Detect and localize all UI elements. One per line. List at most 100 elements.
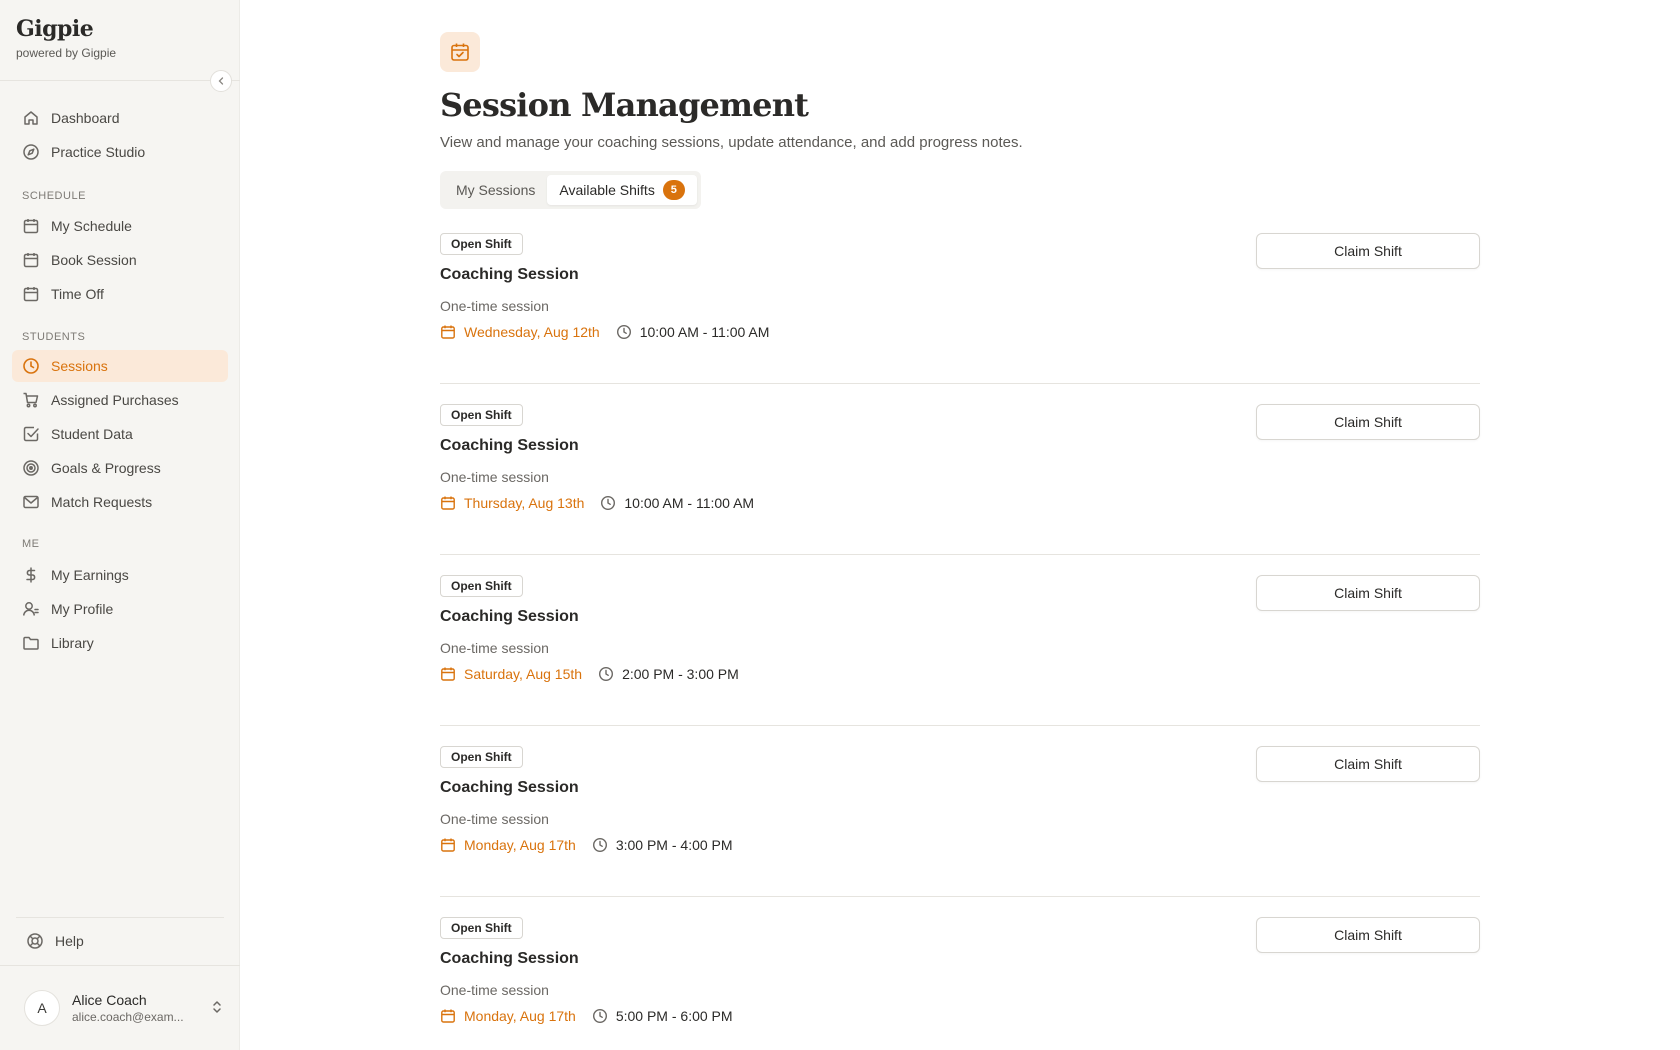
shift-meta: Saturday, Aug 15th 2:00 PM - 3:00 PM bbox=[440, 666, 739, 682]
open-shift-tag: Open Shift bbox=[440, 917, 523, 939]
collapse-sidebar-button[interactable] bbox=[210, 70, 232, 92]
count-badge: 5 bbox=[662, 180, 685, 200]
shift-date: Saturday, Aug 15th bbox=[440, 666, 582, 682]
sidebar-item-book-session[interactable]: Book Session bbox=[12, 244, 228, 276]
shift-meta: Monday, Aug 17th 3:00 PM - 4:00 PM bbox=[440, 837, 733, 853]
sidebar-item-time-off[interactable]: Time Off bbox=[12, 278, 228, 310]
shift-date-text: Monday, Aug 17th bbox=[464, 837, 576, 853]
chevron-left-icon bbox=[218, 77, 224, 85]
shift-list: Open Shift Coaching Session One-time ses… bbox=[440, 233, 1480, 1050]
sidebar-item-label: Match Requests bbox=[51, 494, 153, 510]
sidebar-item-goals-progress[interactable]: Goals & Progress bbox=[12, 452, 228, 484]
clock-icon bbox=[592, 1008, 608, 1024]
sidebar-item-label: Goals & Progress bbox=[51, 460, 161, 476]
page-description: View and manage your coaching sessions, … bbox=[440, 134, 1023, 151]
calendar-check-icon bbox=[440, 32, 480, 72]
shift-item: Open Shift Coaching Session One-time ses… bbox=[440, 575, 1480, 726]
sidebar-item-label: Dashboard bbox=[51, 110, 120, 126]
shift-time: 5:00 PM - 6:00 PM bbox=[592, 1008, 733, 1024]
shift-title: Coaching Session bbox=[440, 950, 579, 967]
shift-subtitle: One-time session bbox=[440, 982, 549, 998]
tab-my-sessions[interactable]: My Sessions bbox=[444, 175, 547, 205]
shift-item: Open Shift Coaching Session One-time ses… bbox=[440, 404, 1480, 555]
sidebar-item-match-requests[interactable]: Match Requests bbox=[12, 486, 228, 518]
shift-time: 10:00 AM - 11:00 AM bbox=[616, 324, 770, 340]
sidebar-item-student-data[interactable]: Student Data bbox=[12, 418, 228, 450]
shift-time-text: 3:00 PM - 4:00 PM bbox=[615, 837, 733, 853]
user-info: Alice Coach alice.coach@exam... bbox=[72, 992, 184, 1024]
shift-title: Coaching Session bbox=[440, 608, 579, 625]
shift-time: 10:00 AM - 11:00 AM bbox=[600, 495, 754, 511]
avatar: A bbox=[24, 990, 60, 1026]
claim-shift-button[interactable]: Claim Shift bbox=[1256, 233, 1480, 269]
clock-icon bbox=[598, 666, 614, 682]
user-menu[interactable]: A Alice Coach alice.coach@exam... bbox=[24, 990, 224, 1026]
sidebar-item-dashboard[interactable]: Dashboard bbox=[12, 102, 228, 134]
sidebar-item-label: Practice Studio bbox=[51, 144, 146, 160]
divider bbox=[0, 80, 240, 81]
sidebar-item-label: Sessions bbox=[51, 358, 108, 374]
shift-subtitle: One-time session bbox=[440, 640, 549, 656]
calendar-icon bbox=[440, 837, 456, 853]
shift-subtitle: One-time session bbox=[440, 811, 549, 827]
folder-icon bbox=[22, 634, 40, 652]
user-name: Alice Coach bbox=[72, 992, 147, 1008]
shift-meta: Wednesday, Aug 12th 10:00 AM - 11:00 AM bbox=[440, 324, 769, 340]
calendar-icon bbox=[440, 495, 456, 511]
claim-shift-button[interactable]: Claim Shift bbox=[1256, 575, 1480, 611]
main-content: Session Management View and manage your … bbox=[440, 32, 1480, 1050]
tab-label: My Sessions bbox=[456, 182, 536, 198]
compass-icon bbox=[22, 143, 40, 161]
sidebar-item-sessions[interactable]: Sessions bbox=[12, 350, 228, 382]
clock-icon bbox=[616, 324, 632, 340]
shift-date-text: Wednesday, Aug 12th bbox=[464, 324, 600, 340]
brand-name: Gigpie bbox=[16, 16, 94, 42]
calendar-icon bbox=[440, 666, 456, 682]
shift-time-text: 5:00 PM - 6:00 PM bbox=[615, 1008, 733, 1024]
shift-subtitle: One-time session bbox=[440, 469, 549, 485]
calendar-icon bbox=[440, 324, 456, 340]
shift-meta: Monday, Aug 17th 5:00 PM - 6:00 PM bbox=[440, 1008, 733, 1024]
sidebar-item-practice-studio[interactable]: Practice Studio bbox=[12, 136, 228, 168]
shift-title: Coaching Session bbox=[440, 437, 579, 454]
clock-icon bbox=[592, 837, 608, 853]
user-email: alice.coach@exam... bbox=[72, 1010, 184, 1024]
shift-date: Monday, Aug 17th bbox=[440, 1008, 576, 1024]
sidebar-item-label: Assigned Purchases bbox=[51, 392, 179, 408]
sidebar-item-my-schedule[interactable]: My Schedule bbox=[12, 210, 228, 242]
sidebar-item-label: Library bbox=[51, 635, 94, 651]
sidebar-item-assigned-purchases[interactable]: Assigned Purchases bbox=[12, 384, 228, 416]
open-shift-tag: Open Shift bbox=[440, 575, 523, 597]
sidebar-item-my-profile[interactable]: My Profile bbox=[12, 593, 228, 625]
sidebar-item-my-earnings[interactable]: My Earnings bbox=[12, 559, 228, 591]
shift-date-text: Thursday, Aug 13th bbox=[464, 495, 585, 511]
shift-date: Monday, Aug 17th bbox=[440, 837, 576, 853]
sidebar-item-help[interactable]: Help bbox=[16, 925, 232, 957]
checkbox-icon bbox=[22, 425, 40, 443]
cart-icon bbox=[22, 391, 40, 409]
sidebar-item-label: My Schedule bbox=[51, 218, 132, 234]
shift-time-text: 2:00 PM - 3:00 PM bbox=[622, 666, 739, 682]
divider bbox=[16, 917, 224, 918]
clock-icon bbox=[600, 495, 616, 511]
tab-label: Available Shifts bbox=[559, 182, 655, 198]
dollar-icon bbox=[22, 566, 40, 584]
section-label-me: ME bbox=[22, 538, 40, 550]
sidebar: Gigpie powered by Gigpie Dashboard Pract… bbox=[0, 0, 240, 1050]
lifebuoy-icon bbox=[26, 932, 44, 950]
claim-shift-button[interactable]: Claim Shift bbox=[1256, 917, 1480, 953]
open-shift-tag: Open Shift bbox=[440, 404, 523, 426]
shift-time-text: 10:00 AM - 11:00 AM bbox=[639, 324, 770, 340]
tab-available-shifts[interactable]: Available Shifts 5 bbox=[547, 175, 697, 205]
sidebar-item-label: My Earnings bbox=[51, 567, 129, 583]
shift-date-text: Saturday, Aug 15th bbox=[464, 666, 583, 682]
shift-time: 3:00 PM - 4:00 PM bbox=[592, 837, 733, 853]
claim-shift-button[interactable]: Claim Shift bbox=[1256, 404, 1480, 440]
tab-list: My Sessions Available Shifts 5 bbox=[440, 171, 701, 209]
claim-shift-button[interactable]: Claim Shift bbox=[1256, 746, 1480, 782]
sidebar-item-library[interactable]: Library bbox=[12, 627, 228, 659]
brand: Gigpie powered by Gigpie bbox=[16, 16, 116, 60]
shift-meta: Thursday, Aug 13th 10:00 AM - 11:00 AM bbox=[440, 495, 754, 511]
shift-subtitle: One-time session bbox=[440, 298, 549, 314]
brand-subtitle: powered by Gigpie bbox=[16, 46, 117, 60]
